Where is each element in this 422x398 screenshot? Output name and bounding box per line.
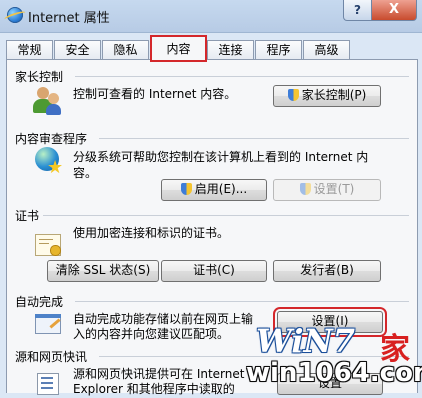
parental-controls-description: 控制可查看的 Internet 内容。 (73, 87, 237, 101)
globe-star-icon: ★ (35, 147, 65, 177)
tab-advanced[interactable]: 高级 (303, 40, 350, 60)
uac-shield-icon (299, 183, 311, 195)
feeds-title: 源和网页快讯 (15, 350, 88, 364)
certificates-title: 证书 (15, 209, 40, 223)
tab-privacy[interactable]: 隐私 (102, 40, 149, 60)
tab-programs[interactable]: 程序 (255, 40, 302, 60)
section-divider (43, 215, 409, 216)
tab-content[interactable]: 内容 (150, 35, 207, 62)
tab-general[interactable]: 常规 (6, 40, 53, 60)
tab-security[interactable]: 安全 (54, 40, 101, 60)
autocomplete-title: 自动完成 (15, 295, 64, 309)
tab-connections[interactable]: 连接 (207, 40, 254, 60)
window-title: Internet 属性 (28, 11, 110, 26)
uac-shield-icon (180, 183, 192, 195)
watermark-url-text: win1064.com (246, 358, 422, 388)
section-divider (75, 76, 409, 77)
watermark-win7-text: WiN7 (256, 322, 356, 360)
parental-controls-button[interactable]: 家长控制(P) (273, 85, 381, 107)
autocomplete-icon (35, 312, 63, 336)
certificates-button[interactable]: 证书(C) (161, 260, 267, 282)
parental-controls-title: 家长控制 (15, 70, 64, 84)
section-divider (99, 138, 409, 139)
content-advisor-description-line2: 容。 (73, 166, 98, 180)
title-bar: Internet 属性 ? X (0, 0, 422, 33)
feeds-description-line2: Explorer 和其他程序中读取的 (73, 382, 235, 396)
advisor-settings-button: 设置(T) (273, 179, 381, 201)
content-advisor-title: 内容审查程序 (15, 132, 88, 146)
clear-ssl-state-button[interactable]: 清除 SSL 状态(S) (47, 260, 159, 282)
feed-icon (37, 373, 63, 395)
publishers-button[interactable]: 发行者(B) (273, 260, 381, 282)
uac-shield-icon (287, 89, 299, 101)
help-button[interactable]: ? (343, 0, 372, 21)
users-icon (33, 85, 61, 115)
internet-explorer-icon (7, 7, 23, 23)
close-button[interactable]: X (371, 0, 417, 21)
enable-advisor-button[interactable]: 启用(E)... (161, 179, 267, 201)
certificate-icon (35, 231, 63, 257)
autocomplete-description-line2: 入的内容并向您建议匹配项。 (73, 327, 230, 341)
certificates-description: 使用加密连接和标识的证书。 (73, 226, 230, 240)
content-advisor-description-line1: 分级系统可帮助您控制在该计算机上看到的 Internet 内 (73, 150, 369, 164)
site-watermark: WiN7 家 win1064.com (244, 322, 422, 390)
tab-strip: 常规 安全 隐私 内容 连接 程序 高级 (6, 35, 416, 62)
section-divider (75, 301, 409, 302)
